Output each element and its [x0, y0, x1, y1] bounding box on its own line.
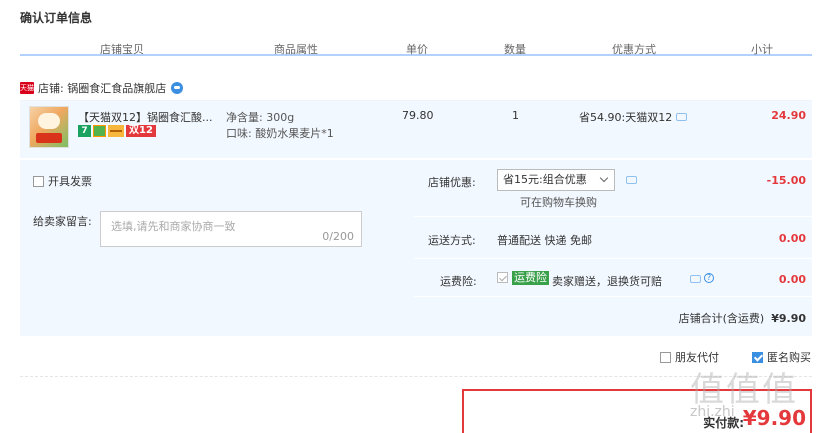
- shop-name-link[interactable]: 店铺: 锅圈食汇食品旗舰店: [38, 80, 166, 96]
- tmall-icon: 天猫: [20, 82, 34, 94]
- shipping-label: 运送方式:: [428, 234, 476, 247]
- insurance-checkbox[interactable]: [497, 272, 508, 283]
- col-quantity: 数量: [504, 43, 526, 56]
- page-title: 确认订单信息: [20, 11, 93, 25]
- shipping-row: 运送方式: 普通配送 快递 免邮 0.00: [414, 217, 812, 259]
- wangwang-chat-icon[interactable]: [171, 82, 184, 94]
- order-options: 开具发票 给卖家留言: 选填,请先和商家协商一致 0/200 店铺优惠: 省15…: [20, 160, 812, 336]
- insurance-tag: 运费险: [512, 271, 549, 285]
- invoice-checkbox[interactable]: [33, 175, 44, 187]
- shipping-value: 0.00: [778, 232, 806, 245]
- guarantee-icon[interactable]: [93, 125, 106, 137]
- anonymous-checkbox[interactable]: [752, 351, 763, 363]
- shop-discount-select[interactable]: 省15元:组合优惠: [497, 169, 615, 191]
- column-header: 店铺宝贝 商品属性 单价 数量 优惠方式 小计: [20, 38, 812, 56]
- invoice-option[interactable]: 开具发票: [33, 173, 92, 189]
- col-discount: 优惠方式: [612, 43, 656, 56]
- double12-icon[interactable]: 双12: [126, 125, 156, 137]
- invoice-label: 开具发票: [48, 175, 92, 188]
- insurance-row: 运费险: 运费险 卖家赠送，退换货可赔 ? 0.00: [414, 259, 812, 297]
- message-placeholder: 选填,请先和商家协商一致: [111, 220, 236, 233]
- quantity: 1: [512, 109, 519, 122]
- service-badges: 7 双12: [78, 125, 156, 137]
- friend-pay-checkbox[interactable]: [660, 351, 671, 363]
- col-properties: 商品属性: [274, 43, 318, 56]
- product-weight: 净含量: 300g: [226, 111, 295, 124]
- help-icon[interactable]: ?: [704, 273, 714, 283]
- comment-icon[interactable]: [676, 113, 688, 121]
- col-subtotal: 小计: [751, 43, 773, 56]
- item-discount-text: 省54.90:天猫双12: [579, 111, 673, 124]
- shop-discount-value: -15.00: [766, 174, 806, 187]
- comment-icon[interactable]: [690, 275, 701, 283]
- order-item-row: 【天猫双12】锅圈食汇酸... 7 双12 净含量: 300g 口味: 酸奶水果…: [20, 100, 812, 158]
- watermark-url: zhi.zhi: [690, 404, 735, 420]
- insurance-value: 0.00: [778, 273, 806, 286]
- shop-total-value: ¥9.90: [771, 312, 806, 325]
- item-subtotal: 24.90: [771, 109, 806, 122]
- message-char-count: 0/200: [322, 230, 354, 243]
- message-label: 给卖家留言:: [33, 215, 92, 228]
- comment-icon[interactable]: [626, 176, 637, 184]
- credit-card-icon[interactable]: [108, 125, 124, 137]
- shop-total: 店铺合计(含运费) ¥9.90: [679, 310, 806, 326]
- message-input[interactable]: 选填,请先和商家协商一致 0/200: [100, 211, 362, 247]
- shop-discount-row: 店铺优惠: 省15元:组合优惠 可在购物车换购 -15.00: [414, 160, 812, 217]
- item-discount: 省54.90:天猫双12: [579, 109, 688, 125]
- seven-day-return-icon[interactable]: 7: [78, 125, 91, 137]
- shop-discount-label: 店铺优惠:: [428, 176, 476, 189]
- shop-row: 天猫 店铺: 锅圈食汇食品旗舰店: [20, 78, 184, 98]
- product-title-link[interactable]: 【天猫双12】锅圈食汇酸...: [78, 109, 213, 125]
- shipping-method: 普通配送 快递 免邮: [497, 234, 592, 247]
- col-shop-item: 店铺宝贝: [100, 43, 144, 56]
- col-unit-price: 单价: [406, 43, 428, 56]
- unit-price: 79.80: [402, 109, 434, 122]
- insurance-text: 卖家赠送，退换货可赔: [552, 275, 662, 288]
- shop-discount-note: 可在购物车换购: [520, 196, 597, 209]
- insurance-label: 运费险:: [440, 275, 477, 288]
- shop-total-label: 店铺合计(含运费): [678, 312, 765, 325]
- product-thumbnail[interactable]: [29, 106, 69, 148]
- product-flavor: 口味: 酸奶水果麦片*1: [226, 127, 334, 140]
